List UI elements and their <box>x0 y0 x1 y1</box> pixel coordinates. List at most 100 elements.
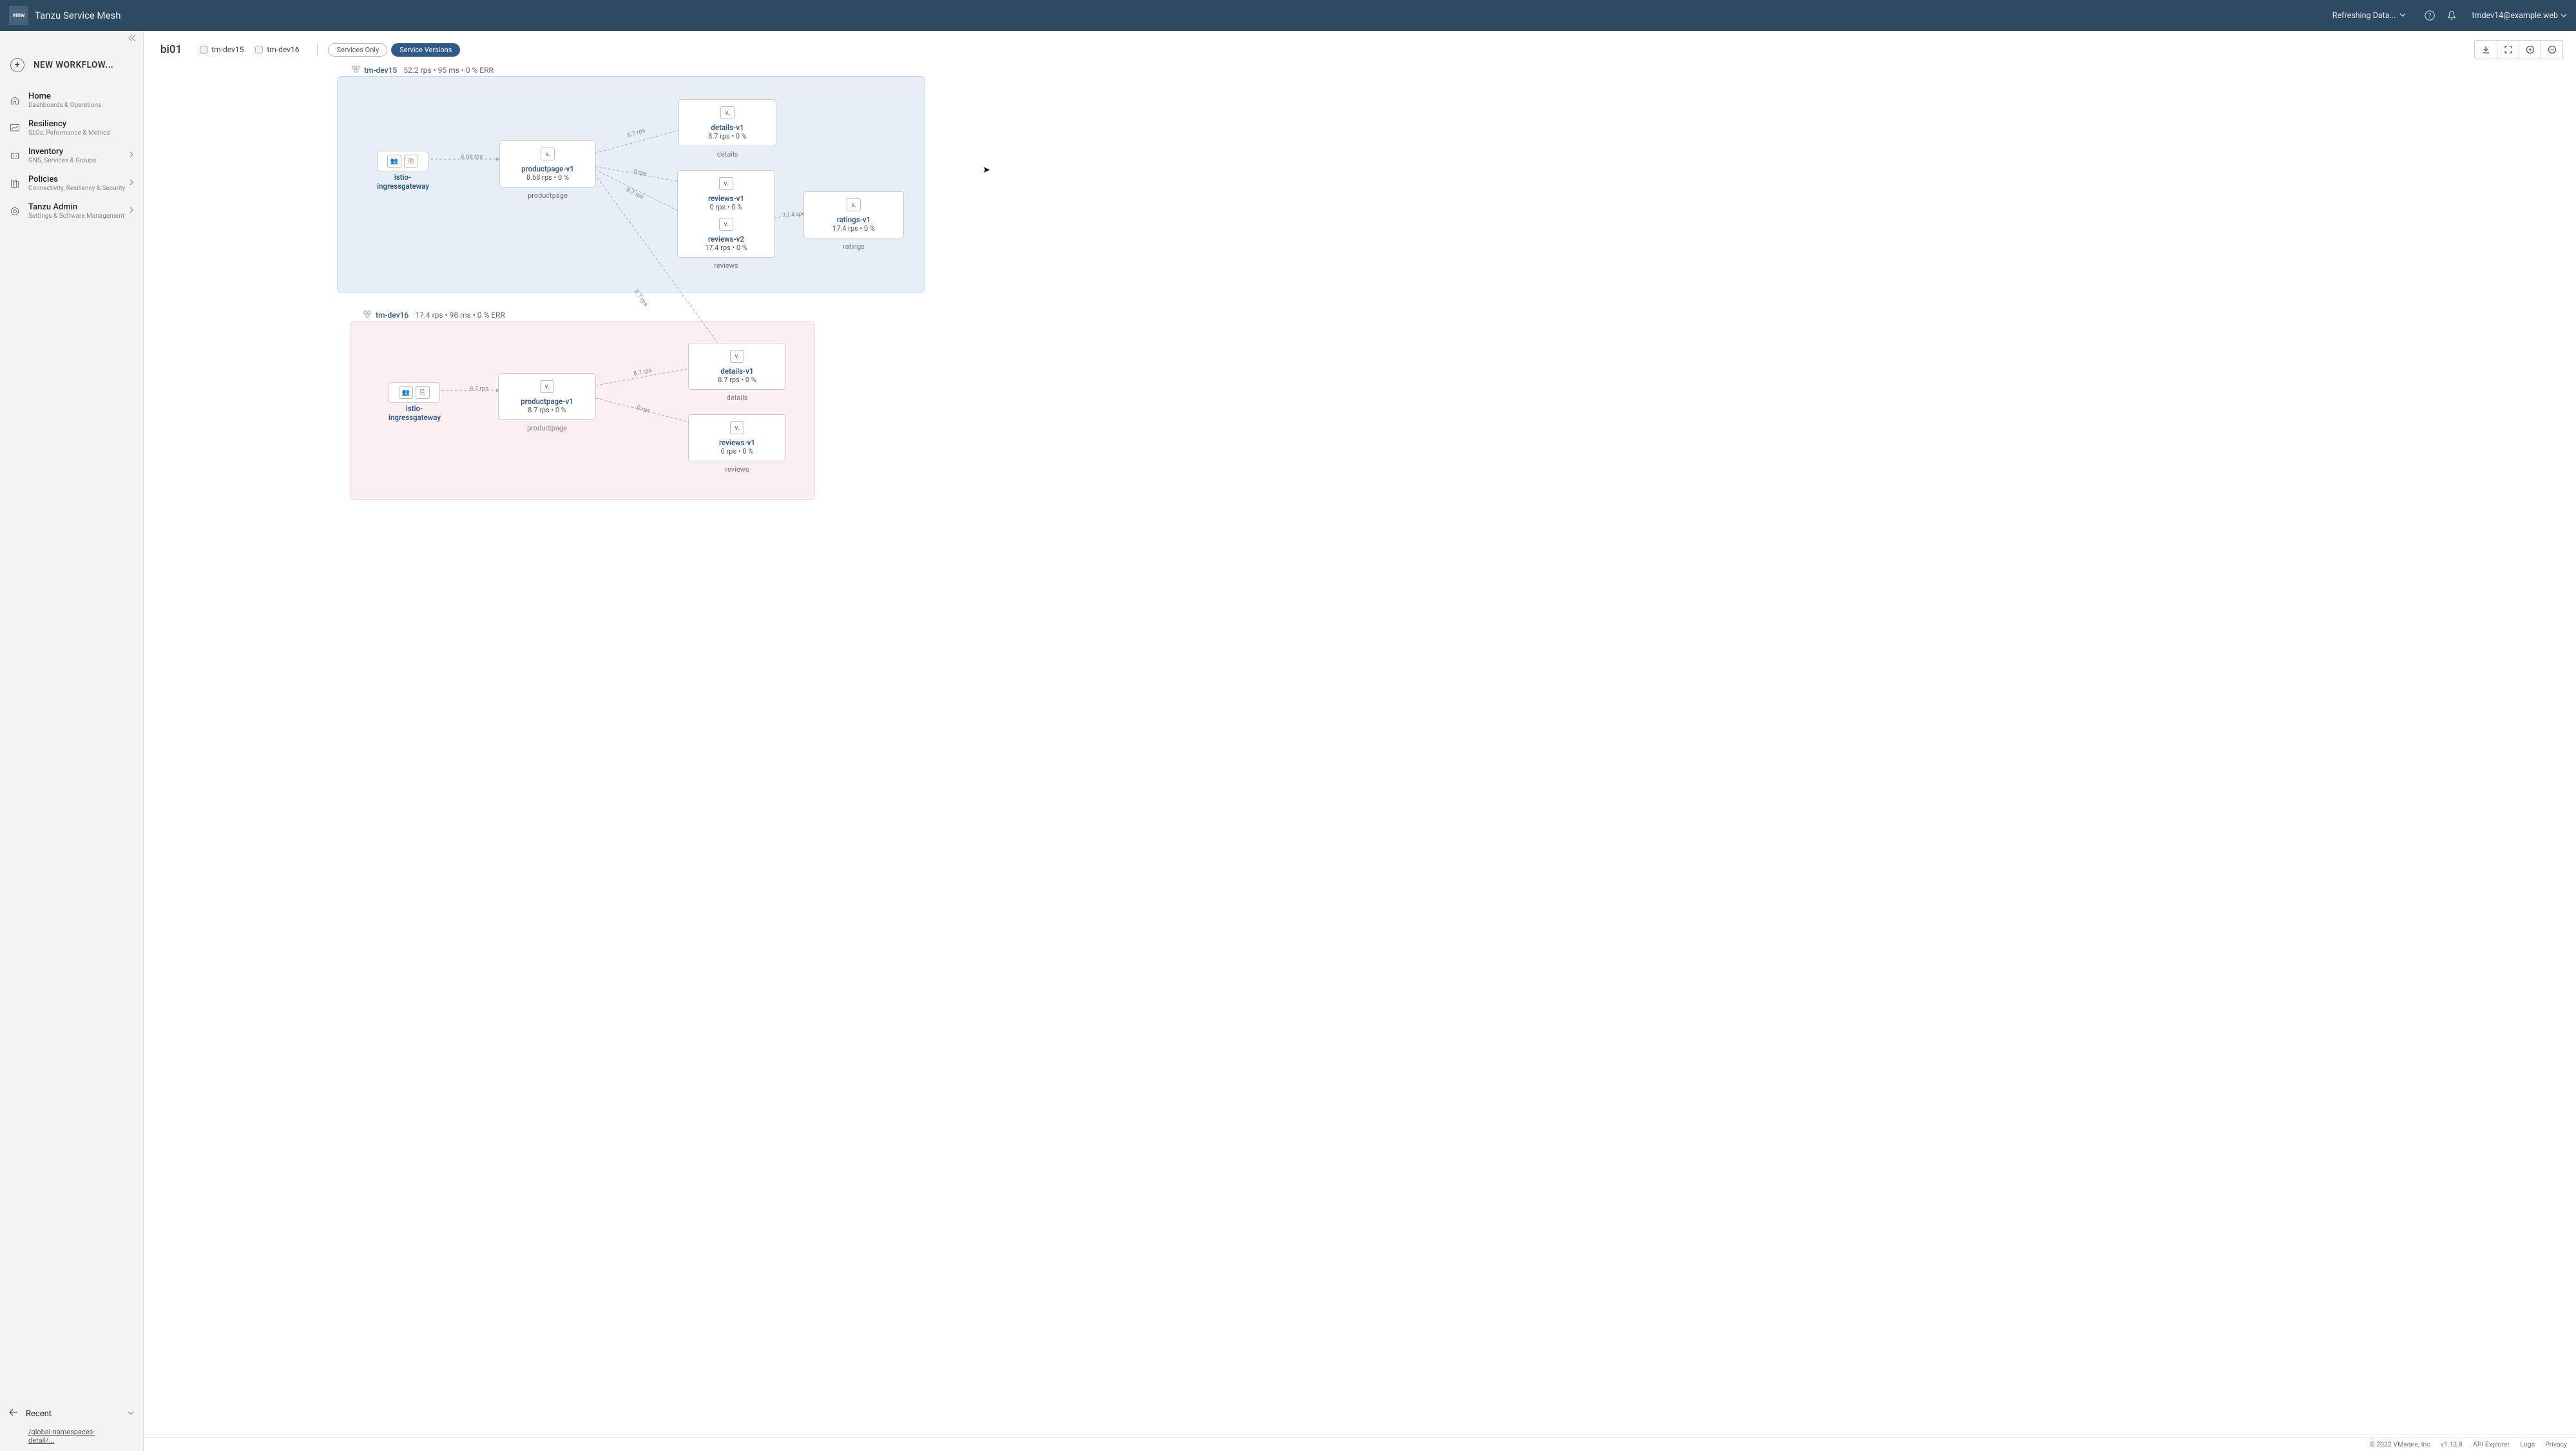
recent-label: Recent <box>26 1409 128 1419</box>
cursor-icon: ➤ <box>983 165 990 175</box>
sidebar-item-resiliency[interactable]: Resiliency SLOs, Peformance & Metrics <box>0 114 143 142</box>
legend-swatch-blue <box>200 46 207 53</box>
node-name: reviews-v2 <box>688 235 764 244</box>
node-group: ratings <box>803 242 904 251</box>
sidebar-collapse-icon[interactable] <box>0 31 143 45</box>
node-istio-ingressgateway-c2[interactable]: 👥 ⎘ istio-ingressgateway <box>389 382 440 422</box>
zoom-out-icon[interactable] <box>2541 41 2562 59</box>
node-reviews-c2[interactable]: v. reviews-v1 0 rps • 0 % reviews <box>688 414 786 474</box>
node-reviews-c1[interactable]: v. reviews-v1 0 rps • 0 % v. reviews-v2 … <box>677 170 775 270</box>
status-dropdown[interactable] <box>2399 11 2406 21</box>
node-name: ratings-v1 <box>814 215 893 224</box>
footer-privacy-link[interactable]: Privacy <box>2545 1440 2567 1448</box>
plus-icon: + <box>10 58 24 72</box>
node-ratings-c1[interactable]: v. ratings-v1 17.4 rps • 0 % ratings <box>803 191 904 251</box>
legend-label: tm-dev15 <box>211 45 244 54</box>
app-header: vmw Tanzu Service Mesh Refreshing Data..… <box>0 0 2576 31</box>
node-stats: 8.7 rps • 0 % <box>689 132 765 140</box>
nav-label: Policies <box>28 175 125 184</box>
pill-services-only[interactable]: Services Only <box>328 43 387 57</box>
node-group: reviews <box>688 465 786 474</box>
nav-sublabel: Settings & Software Management <box>28 213 124 220</box>
recent-link[interactable]: /global-namespaces-detail/... <box>0 1425 143 1451</box>
node-stats: 17.4 rps • 0 % <box>688 244 764 252</box>
node-name: details-v1 <box>689 123 765 132</box>
footer-copyright: © 2022 VMware, Inc <box>2369 1440 2430 1448</box>
node-group: productpage <box>499 191 596 200</box>
node-stats: 0 rps • 0 % <box>699 447 775 456</box>
legend-tm-dev16[interactable]: tm-dev16 <box>255 45 299 54</box>
pill-service-versions[interactable]: Service Versions <box>391 43 460 57</box>
sidebar: + NEW WORKFLOW... Home Dashboards & Oper… <box>0 31 144 1451</box>
node-name: istio-ingressgateway <box>389 404 440 422</box>
policies-icon <box>9 178 21 189</box>
cluster-icon <box>351 64 360 75</box>
nav-label: Inventory <box>28 147 96 157</box>
node-productpage-c1[interactable]: v. productpage-v1 8.68 rps • 0 % product… <box>499 140 596 200</box>
topology-canvas[interactable]: tm-dev15 52.2 rps • 95 ms • 0 % ERR tm-d… <box>144 63 2576 579</box>
user-email: tmdev14@example.web <box>2472 11 2558 21</box>
footer-api-link[interactable]: API Explorer <box>2473 1440 2510 1448</box>
node-group: productpage <box>498 424 596 432</box>
status-label: Refreshing Data... <box>2332 11 2396 21</box>
node-istio-ingressgateway-c1[interactable]: 👥 ⎘ istio-ingressgateway <box>377 151 428 191</box>
cluster-name-link[interactable]: tm-dev16 <box>376 311 409 320</box>
door-icon: ⎘ <box>404 155 418 168</box>
cluster-name-link[interactable]: tm-dev15 <box>364 66 397 75</box>
chevron-right-icon <box>129 178 134 188</box>
chevron-right-icon <box>129 206 134 216</box>
node-name: reviews-v1 <box>688 194 764 203</box>
nav-label: Tanzu Admin <box>28 202 124 212</box>
sidebar-item-policies[interactable]: Policies Connectivity, Resiliency & Secu… <box>0 169 143 197</box>
page-title: bi01 <box>160 43 182 56</box>
node-group: reviews <box>677 262 775 270</box>
node-stats: 0 rps • 0 % <box>688 203 764 211</box>
version-icon: v. <box>719 177 733 190</box>
cluster-header-tm-dev15: tm-dev15 52.2 rps • 95 ms • 0 % ERR <box>351 64 494 75</box>
graph-toolbar: bi01 tm-dev15 tm-dev16 Services Only Ser… <box>144 31 2576 63</box>
node-name: productpage-v1 <box>509 397 585 406</box>
version-icon: v. <box>541 148 555 160</box>
edge-label: 8.68 rps <box>461 153 483 160</box>
sidebar-item-home[interactable]: Home Dashboards & Operations <box>0 86 143 114</box>
legend-tm-dev15[interactable]: tm-dev15 <box>200 45 244 54</box>
node-details-c1[interactable]: v. details-v1 8.7 rps • 0 % details <box>678 99 776 159</box>
gear-icon <box>9 206 21 217</box>
footer: © 2022 VMware, Inc v1.13.8 API Explorer … <box>144 1437 2576 1451</box>
graph-tool-buttons <box>2474 40 2563 59</box>
help-icon[interactable]: ? <box>2424 10 2436 21</box>
user-menu[interactable]: tmdev14@example.web <box>2472 11 2567 21</box>
sidebar-recent[interactable]: Recent <box>0 1402 143 1425</box>
version-icon: v. <box>719 218 733 231</box>
version-icon: v. <box>730 350 744 363</box>
node-stats: 8.7 rps • 0 % <box>699 376 775 384</box>
version-icon: v. <box>847 198 861 211</box>
footer-logs-link[interactable]: Logs <box>2520 1440 2535 1448</box>
node-name: istio-ingressgateway <box>377 173 428 191</box>
nav-label: Resiliency <box>28 119 110 129</box>
download-icon[interactable] <box>2475 41 2497 59</box>
svg-text:?: ? <box>2428 13 2432 20</box>
legend-swatch-pink <box>255 46 263 53</box>
node-stats: 8.68 rps • 0 % <box>510 173 585 182</box>
nav-label: Home <box>28 91 101 101</box>
logo: vmw <box>9 6 28 25</box>
legend-label: tm-dev16 <box>267 45 299 54</box>
home-icon <box>9 95 21 106</box>
bell-icon[interactable] <box>2446 10 2457 21</box>
edge-label: 8.7 rps <box>470 385 488 392</box>
fullscreen-icon[interactable] <box>2497 41 2519 59</box>
node-group: details <box>688 394 786 402</box>
nav-sublabel: Dashboards & Operations <box>28 102 101 109</box>
node-productpage-c2[interactable]: v. productpage-v1 8.7 rps • 0 % productp… <box>498 373 596 432</box>
new-workflow-label: NEW WORKFLOW... <box>34 60 113 70</box>
node-name: details-v1 <box>699 367 775 376</box>
app-name: Tanzu Service Mesh <box>35 10 121 21</box>
node-details-c2[interactable]: v. details-v1 8.7 rps • 0 % details <box>688 343 786 402</box>
sidebar-item-inventory[interactable]: Inventory GNS, Services & Groups <box>0 142 143 169</box>
node-stats: 8.7 rps • 0 % <box>509 406 585 414</box>
zoom-in-icon[interactable] <box>2519 41 2541 59</box>
footer-version: v1.13.8 <box>2441 1440 2463 1448</box>
new-workflow-button[interactable]: + NEW WORKFLOW... <box>0 45 143 86</box>
sidebar-item-admin[interactable]: Tanzu Admin Settings & Software Manageme… <box>0 197 143 225</box>
